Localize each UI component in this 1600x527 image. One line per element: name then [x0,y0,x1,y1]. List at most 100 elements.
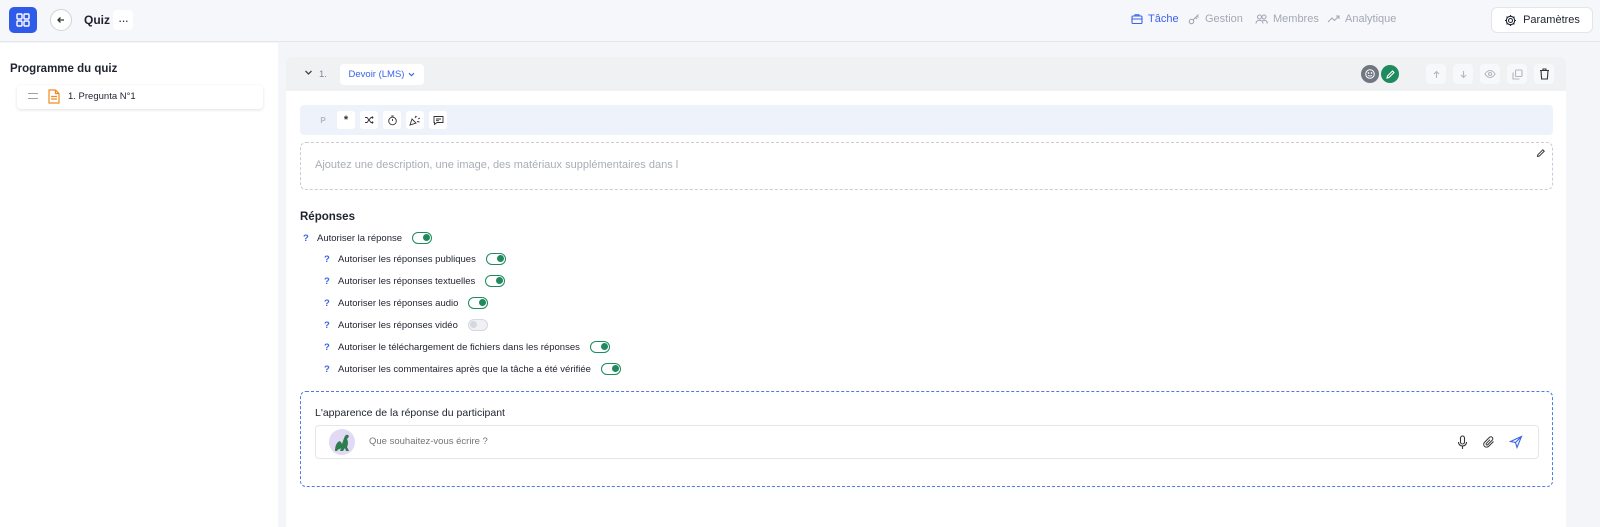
avatar [329,429,355,455]
dinosaur-icon [335,434,349,451]
question-panel: 1. Devoir (LMS) P * Ajoutez une descript… [286,57,1566,527]
toggle-audio-responses[interactable] [468,297,489,309]
setting-allow-response: ? Autoriser la réponse [303,232,433,244]
tab-tache-label: Tâche [1148,13,1179,25]
composer-input[interactable] [369,436,969,447]
setting-label: Autoriser les réponses audio [338,297,459,309]
appearance-title: L'apparence de la réponse du participant [315,407,505,419]
rating-button[interactable] [406,111,424,129]
setting-text-responses: ? Autoriser les réponses textuelles [324,275,506,287]
send-icon[interactable] [1509,435,1523,449]
required-button[interactable]: * [337,111,355,129]
move-down-button[interactable] [1453,64,1473,84]
microphone-icon[interactable] [1457,435,1468,450]
participant-answer-preview: L'apparence de la réponse du participant [300,391,1553,487]
tab-gestion-label: Gestion [1205,13,1243,25]
sidebar-item-label: 1. Pregunta N°1 [68,91,136,102]
setting-label: Autoriser les réponses vidéo [338,319,458,331]
help-icon[interactable]: ? [324,320,338,331]
question-type-select[interactable]: Devoir (LMS) [340,64,424,85]
help-icon[interactable]: ? [324,298,338,309]
setting-label: Autoriser les réponses textuelles [338,275,476,287]
answer-composer [315,425,1539,459]
tab-analytique[interactable]: Analytique [1327,13,1396,25]
description-placeholder: Ajoutez une description, une image, des … [315,159,679,171]
question-number: 1. [319,69,327,80]
users-icon [1255,14,1268,24]
toggle-file-upload[interactable] [589,341,610,353]
move-up-button[interactable] [1426,64,1446,84]
arrow-down-icon [1460,70,1466,78]
asterisk-icon: * [343,114,349,126]
timer-button[interactable] [383,111,401,129]
setting-public-responses: ? Autoriser les réponses publiques [324,253,506,265]
tab-tache[interactable]: Tâche [1131,13,1179,25]
comment-icon [433,115,443,125]
trash-icon [1539,68,1549,80]
arrow-up-icon [1433,70,1439,78]
tab-gestion[interactable]: Gestion [1188,13,1243,25]
help-icon[interactable]: ? [324,254,338,265]
settings-button[interactable]: Paramètres [1491,7,1593,33]
tab-analytique-label: Analytique [1345,13,1397,25]
status-icons [1361,65,1399,83]
timer-icon [387,115,397,125]
setting-label: Autoriser le téléchargement de fichiers … [338,341,580,353]
edit-icon[interactable] [1536,148,1546,158]
briefcase-icon [1131,14,1143,25]
setting-file-upload: ? Autoriser le téléchargement de fichier… [324,341,610,353]
preview-button[interactable] [1480,64,1500,84]
setting-label: Autoriser les commentaires après que la … [338,363,591,375]
help-icon[interactable]: ? [324,364,338,375]
shuffle-icon [365,116,374,124]
help-icon[interactable]: ? [303,233,317,244]
delete-button[interactable] [1534,64,1554,84]
key-icon [1188,14,1199,25]
toggle-comments-after-review[interactable] [600,363,621,375]
sidebar-title: Programme du quiz [10,63,118,75]
sidebar-item-question-1[interactable]: 1. Pregunta N°1 [17,85,263,109]
setting-label: Autoriser les réponses publiques [338,253,476,265]
toggle-allow-response[interactable] [412,232,433,244]
back-button[interactable] [50,9,72,31]
drag-handle-icon[interactable] [28,93,38,99]
sidebar: Programme du quiz 1. Pregunta N°1 [0,43,278,527]
pencil-icon[interactable] [1381,65,1399,83]
duplicate-button[interactable] [1507,64,1527,84]
chevron-down-icon[interactable] [304,68,313,77]
question-type-label: Devoir (LMS) [348,69,405,80]
setting-comments-after-review: ? Autoriser les commentaires après que l… [324,363,621,375]
setting-video-responses: ? Autoriser les réponses vidéo [324,319,488,331]
tab-membres-label: Membres [1273,13,1319,25]
toggle-public-responses[interactable] [485,253,506,265]
toggle-video-responses[interactable] [467,319,488,331]
eye-icon [1484,69,1496,79]
question-toolbar: P * [300,105,1553,135]
document-icon [48,89,60,104]
top-bar: Quiz ··· Tâche Gestion Membres Analytiqu… [0,0,1600,42]
apps-grid-button[interactable] [9,7,37,33]
grid-icon [16,13,30,27]
comment-button[interactable] [429,111,447,129]
chevron-down-icon [409,72,415,77]
toggle-text-responses[interactable] [485,275,506,287]
arrow-left-icon [57,17,64,23]
settings-button-label: Paramètres [1523,14,1580,26]
face-icon[interactable] [1361,65,1379,83]
more-options-button[interactable]: ··· [113,10,133,30]
trend-icon [1327,15,1340,23]
gear-icon [1505,14,1517,26]
points-icon: P [320,115,326,125]
points-button[interactable]: P [314,111,332,129]
page-title: Quiz [84,13,110,27]
tab-membres[interactable]: Membres [1255,13,1319,25]
description-editor[interactable]: Ajoutez une description, une image, des … [300,142,1553,190]
setting-label: Autoriser la réponse [317,232,403,244]
responses-title: Réponses [300,211,355,223]
paperclip-icon[interactable] [1483,435,1496,449]
shuffle-button[interactable] [360,111,378,129]
help-icon[interactable]: ? [324,342,338,353]
setting-audio-responses: ? Autoriser les réponses audio [324,297,489,309]
help-icon[interactable]: ? [324,276,338,287]
question-header: 1. Devoir (LMS) [286,57,1566,91]
